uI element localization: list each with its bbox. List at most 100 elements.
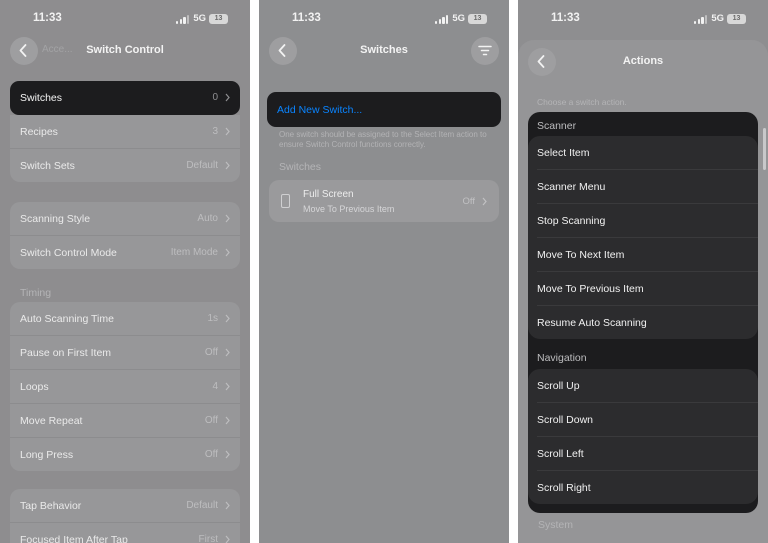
row-value: Off [204,347,218,358]
chevron-right-icon [225,314,230,323]
row-value: 0 [212,92,218,103]
scanner-group: Select Item Scanner Menu Stop Scanning M… [528,136,758,339]
phone-screen-icon [281,194,290,208]
row-label: Focused Item After Tap [20,534,128,543]
nav-bar: Switches [259,37,509,65]
network-label: 5G [193,13,206,24]
filter-icon [478,45,492,56]
chevron-right-icon [225,214,230,223]
add-new-switch-button[interactable]: Add New Switch... [267,92,501,127]
battery-icon: 13 [468,14,487,24]
switch-action: Move To Previous Item [303,204,395,214]
row-value: Item Mode [170,247,218,258]
page-title: Switch Control [86,44,164,56]
status-time: 11:33 [33,12,62,24]
row-label: Long Press [20,449,74,461]
row-value: Off [204,415,218,426]
navigation-group: Scroll Up Scroll Down Scroll Left Scroll… [528,369,758,504]
row-long-press[interactable]: Long Press Off [10,438,240,471]
row-switch-sets[interactable]: Switch Sets Default [10,149,240,182]
row-label: Switches [20,92,63,104]
chevron-right-icon [225,248,230,257]
row-switch-control-mode[interactable]: Switch Control Mode Item Mode [10,236,240,269]
action-label: Scroll Up [537,380,580,392]
switches-screen: 11:33 5G 13 Switches Add New Switch... O… [259,0,509,543]
scroll-indicator[interactable] [763,128,766,170]
section-header-system: System [538,519,574,531]
chevron-right-icon [482,197,487,206]
chevron-right-icon [225,93,230,102]
action-label: Scanner Menu [537,181,606,193]
chevron-right-icon [225,348,230,357]
action-label: Scroll Right [537,482,591,494]
row-label: Loops [20,381,49,393]
network-label: 5G [711,13,724,24]
add-new-switch-label: Add New Switch... [277,104,363,116]
actions-subtitle: Choose a switch action. [537,97,627,107]
action-scroll-left[interactable]: Scroll Left [537,437,758,471]
row-switches[interactable]: Switches 0 [10,81,240,115]
section-header-switches: Switches [279,161,322,173]
actions-list-highlight: Scanner Select Item Scanner Menu Stop Sc… [528,112,758,513]
row-value: Default [186,160,218,171]
row-value: First [198,534,218,543]
switch-value: Off [462,196,476,207]
row-loops[interactable]: Loops 4 [10,370,240,404]
row-label: Move Repeat [20,415,83,427]
action-scroll-down[interactable]: Scroll Down [537,403,758,437]
network-label: 5G [452,13,465,24]
settings-group-1: Recipes 3 Switch Sets Default [10,115,240,182]
chevron-right-icon [225,501,230,510]
action-scanner-menu[interactable]: Scanner Menu [537,170,758,204]
switch-control-screen: 11:33 5G 13 Acce... Switch Control Switc… [0,0,250,543]
page-title: Actions [622,55,664,67]
row-recipes[interactable]: Recipes 3 [10,115,240,149]
action-resume-auto-scanning[interactable]: Resume Auto Scanning [537,306,758,339]
settings-group-4: Tap Behavior Default Focused Item After … [10,489,240,543]
status-time: 11:33 [551,12,580,24]
switch-item-full-screen[interactable]: Full Screen Move To Previous Item Off [269,180,499,222]
row-label: Switch Sets [20,160,75,172]
row-scanning-style[interactable]: Scanning Style Auto [10,202,240,236]
action-scroll-right[interactable]: Scroll Right [537,471,758,504]
row-focused-item-after-tap[interactable]: Focused Item After Tap First [10,523,240,543]
nav-bar: Acce... Switch Control [0,37,250,65]
filter-button[interactable] [471,37,499,65]
chevron-right-icon [225,450,230,459]
status-bar: 11:33 5G 13 [518,12,768,28]
action-stop-scanning[interactable]: Stop Scanning [537,204,758,238]
row-pause-on-first-item[interactable]: Pause on First Item Off [10,336,240,370]
row-value: 1s [207,313,218,324]
row-value: Auto [197,213,218,224]
row-move-repeat[interactable]: Move Repeat Off [10,404,240,438]
chevron-right-icon [225,127,230,136]
chevron-right-icon [225,382,230,391]
row-tap-behavior[interactable]: Tap Behavior Default [10,489,240,523]
row-value: Off [204,449,218,460]
action-label: Move To Next Item [537,249,625,261]
action-label: Move To Previous Item [537,283,644,295]
status-bar: 11:33 5G 13 [0,12,250,28]
battery-icon: 13 [727,14,746,24]
row-value: 3 [212,126,218,137]
section-header-timing: Timing [20,287,52,299]
action-move-to-next-item[interactable]: Move To Next Item [537,238,758,272]
chevron-right-icon [225,416,230,425]
section-header-scanner: Scanner [537,120,577,132]
signal-icon [435,15,449,24]
row-auto-scanning-time[interactable]: Auto Scanning Time 1s [10,302,240,336]
settings-group-2: Scanning Style Auto Switch Control Mode … [10,202,240,269]
row-value: 4 [212,381,218,392]
action-label: Scroll Left [537,448,584,460]
chevron-right-icon [225,535,230,543]
status-time: 11:33 [292,12,321,24]
action-label: Select Item [537,147,590,159]
chevron-right-icon [225,161,230,170]
row-label: Switch Control Mode [20,247,117,259]
action-select-item[interactable]: Select Item [537,136,758,170]
action-move-to-previous-item[interactable]: Move To Previous Item [537,272,758,306]
action-scroll-up[interactable]: Scroll Up [537,369,758,403]
row-label: Tap Behavior [20,500,82,512]
battery-icon: 13 [209,14,228,24]
section-header-navigation: Navigation [537,352,587,364]
